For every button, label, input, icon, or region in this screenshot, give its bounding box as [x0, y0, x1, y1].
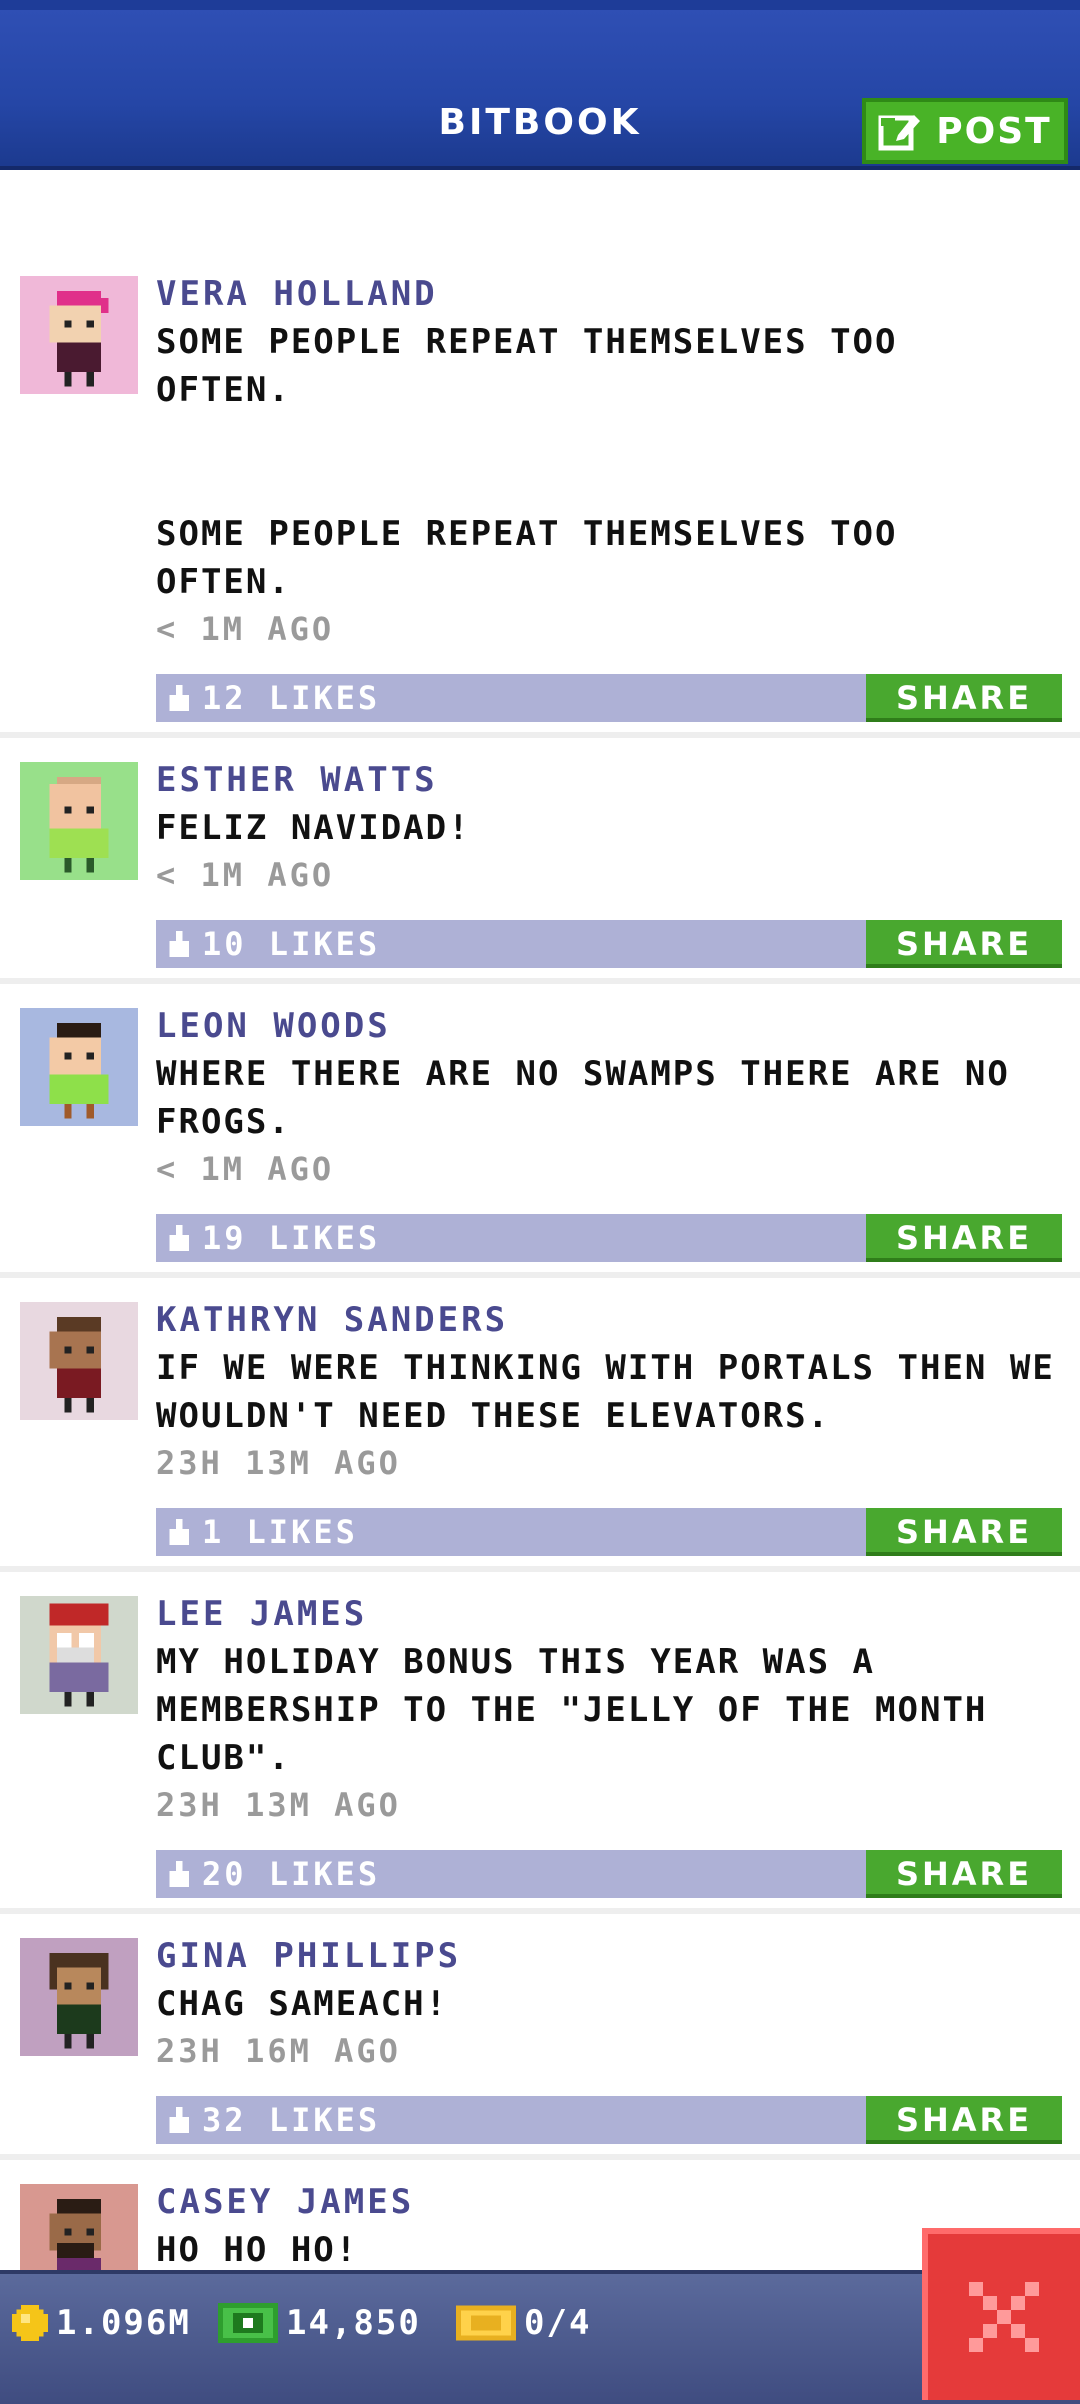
bux-value: 14,850 — [286, 2303, 421, 2343]
like-count: 20 LIKES — [202, 1855, 381, 1893]
thumb-up-icon — [169, 685, 189, 711]
like-count: 12 LIKES — [202, 679, 381, 717]
coin-icon — [12, 2305, 48, 2341]
coins-stat: 1.096M — [12, 2298, 191, 2348]
thumb-up-icon — [169, 931, 189, 957]
avatar[interactable] — [20, 2184, 138, 2270]
like-bar[interactable]: 19 LIKES SHARE — [156, 1214, 1062, 1262]
thumb-up-icon — [169, 2107, 189, 2133]
post-time: < 1M AGO — [156, 1150, 335, 1188]
post-time: < 1M AGO — [156, 610, 335, 648]
like-bar[interactable]: 1 LIKES SHARE — [156, 1508, 1062, 1556]
avatar-image — [20, 1302, 138, 1420]
share-button[interactable]: SHARE — [866, 1508, 1062, 1556]
ticket-icon — [456, 2305, 516, 2341]
avatar[interactable] — [20, 1938, 138, 2056]
bux-stat: 14,850 — [218, 2298, 421, 2348]
post-author[interactable]: CASEY JAMES — [156, 2178, 1066, 2226]
post-time: 23H 13M AGO — [156, 1786, 401, 1824]
post-time: < 1M AGO — [156, 856, 335, 894]
post-author[interactable]: LEON WOODS — [156, 1002, 1066, 1050]
avatar-image — [20, 762, 138, 880]
post-author[interactable]: LEE JAMES — [156, 1590, 1066, 1638]
edit-icon — [878, 115, 921, 151]
share-button[interactable]: SHARE — [866, 674, 1062, 722]
post-text: FELIZ NAVIDAD! — [156, 808, 471, 848]
thumb-up-icon — [169, 1861, 189, 1887]
avatar[interactable] — [20, 1596, 138, 1714]
post-item: LEE JAMES MY HOLIDAY BONUS THIS YEAR WAS… — [0, 1572, 1080, 1914]
post-text: CHAG SAMEACH! — [156, 1984, 449, 2024]
like-count: 10 LIKES — [202, 925, 381, 963]
status-bar: 1.096M 14,850 0/4 — [0, 2270, 1080, 2404]
thumb-up-icon — [169, 1519, 189, 1545]
top-bar: BITBOOK POST — [0, 0, 1080, 170]
bux-icon — [218, 2303, 278, 2343]
avatar-image — [20, 1938, 138, 2056]
post-item: VERA HOLLAND SOME PEOPLE REPEAT THEMSELV… — [0, 170, 1080, 738]
post-item: KATHRYN SANDERS IF WE WERE THINKING WITH… — [0, 1278, 1080, 1572]
avatar[interactable] — [20, 1008, 138, 1126]
avatar-image — [20, 2184, 138, 2270]
post-feed[interactable]: VERA HOLLAND SOME PEOPLE REPEAT THEMSELV… — [0, 170, 1080, 2270]
like-count: 32 LIKES — [202, 2101, 381, 2139]
post-item: CASEY JAMES HO HO HO! — [0, 2160, 1080, 2270]
post-author[interactable]: VERA HOLLAND — [156, 270, 1066, 318]
share-button[interactable]: SHARE — [866, 2096, 1062, 2144]
post-item: ESTHER WATTS FELIZ NAVIDAD! < 1M AGO 10 … — [0, 738, 1080, 984]
post-time: 23H 16M AGO — [156, 2032, 401, 2070]
post-author[interactable]: KATHRYN SANDERS — [156, 1296, 1066, 1344]
thumb-up-icon — [169, 1225, 189, 1251]
avatar-image — [20, 1596, 138, 1714]
post-text: IF WE WERE THINKING WITH PORTALS THEN WE… — [156, 1348, 1055, 1436]
avatar[interactable] — [20, 276, 138, 394]
post-text: SOME PEOPLE REPEAT THEMSELVES TOO OFTEN.… — [156, 322, 898, 602]
post-button[interactable]: POST — [862, 98, 1068, 164]
tickets-stat: 0/4 — [456, 2298, 591, 2348]
avatar[interactable] — [20, 762, 138, 880]
post-time: 23H 13M AGO — [156, 1444, 401, 1482]
tickets-value: 0/4 — [524, 2303, 592, 2343]
like-bar[interactable]: 20 LIKES SHARE — [156, 1850, 1062, 1898]
close-button[interactable] — [922, 2228, 1080, 2400]
share-button[interactable]: SHARE — [866, 1214, 1062, 1262]
post-button-label: POST — [936, 110, 1052, 152]
post-author[interactable]: GINA PHILLIPS — [156, 1932, 1066, 1980]
coins-value: 1.096M — [56, 2303, 191, 2343]
post-text: WHERE THERE ARE NO SWAMPS THERE ARE NO F… — [156, 1054, 1010, 1142]
post-text: MY HOLIDAY BONUS THIS YEAR WAS A MEMBERS… — [156, 1642, 988, 1778]
avatar-image — [20, 276, 138, 394]
share-button[interactable]: SHARE — [866, 920, 1062, 968]
avatar[interactable] — [20, 1302, 138, 1420]
like-count: 1 LIKES — [202, 1513, 358, 1551]
like-bar[interactable]: 12 LIKES SHARE — [156, 674, 1062, 722]
post-item: GINA PHILLIPS CHAG SAMEACH! 23H 16M AGO … — [0, 1914, 1080, 2160]
post-author[interactable]: ESTHER WATTS — [156, 756, 1066, 804]
like-bar[interactable]: 32 LIKES SHARE — [156, 2096, 1062, 2144]
close-icon — [969, 2282, 1039, 2352]
share-button[interactable]: SHARE — [866, 1850, 1062, 1898]
like-count: 19 LIKES — [202, 1219, 381, 1257]
post-item: LEON WOODS WHERE THERE ARE NO SWAMPS THE… — [0, 984, 1080, 1278]
avatar-image — [20, 1008, 138, 1126]
like-bar[interactable]: 10 LIKES SHARE — [156, 920, 1062, 968]
